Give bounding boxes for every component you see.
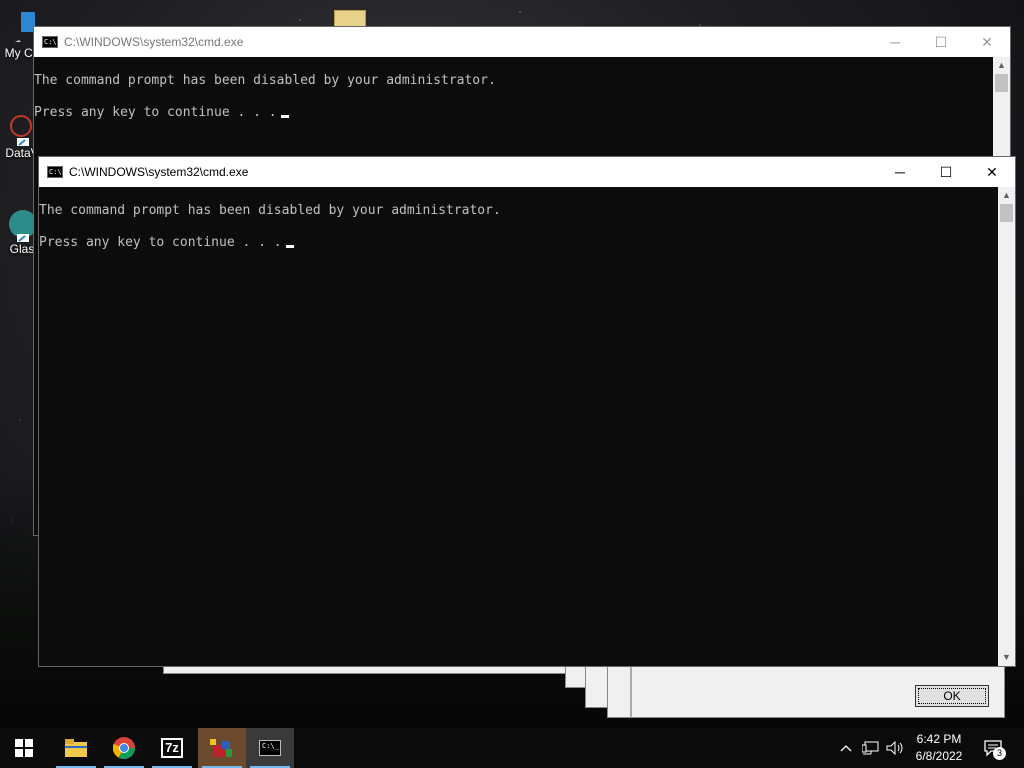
taskbar-boxes-app[interactable]: [198, 728, 246, 768]
minimize-button[interactable]: ─: [877, 157, 923, 187]
network-button[interactable]: [860, 728, 882, 768]
windows-logo-icon: [15, 739, 33, 757]
7zip-icon: 7z: [161, 738, 183, 758]
window-title: C:\WINDOWS\system32\cmd.exe: [69, 165, 249, 179]
cmd-window-front[interactable]: C:\ C:\WINDOWS\system32\cmd.exe ─ ☐ ✕ Th…: [38, 156, 1016, 667]
taskbar-file-explorer[interactable]: [52, 728, 100, 768]
console-line: Press any key to continue . . .: [39, 235, 998, 267]
scroll-down-arrow-icon[interactable]: ▼: [998, 649, 1015, 666]
scroll-thumb[interactable]: [1000, 204, 1013, 222]
console-line-text: Press any key to continue . . .: [39, 235, 282, 250]
close-button[interactable]: ✕: [964, 27, 1010, 57]
ok-button[interactable]: OK: [915, 685, 989, 707]
show-hidden-icons-button[interactable]: [836, 728, 856, 768]
text-cursor: [285, 245, 294, 248]
cmd-icon: C:\: [47, 166, 63, 178]
title-bar[interactable]: C:\ C:\WINDOWS\system32\cmd.exe ─ ☐ ✕: [34, 27, 1010, 57]
text-cursor: [280, 115, 289, 118]
maximize-button[interactable]: ☐: [918, 27, 964, 57]
action-center-button[interactable]: 3: [978, 728, 1008, 768]
volume-button[interactable]: [884, 728, 906, 768]
maximize-button[interactable]: ☐: [923, 157, 969, 187]
scroll-up-arrow-icon[interactable]: ▲: [993, 57, 1010, 74]
taskbar-cmd[interactable]: C:\_: [246, 728, 294, 768]
taskbar-chrome[interactable]: [100, 728, 148, 768]
clock-date: 6/8/2022: [915, 749, 963, 763]
minimize-button[interactable]: ─: [872, 27, 918, 57]
chevron-up-icon: [840, 745, 852, 752]
cmd-icon: C:\: [42, 36, 58, 48]
console-output[interactable]: The command prompt has been disabled by …: [39, 187, 998, 666]
taskbar: 7z C:\_ 6:42 PM 6/8/2022 3: [0, 728, 1024, 768]
console-line: Press any key to continue . . .: [34, 105, 993, 137]
volume-icon: [886, 741, 903, 755]
folder-icon: [65, 739, 87, 757]
start-button[interactable]: [0, 728, 48, 768]
system-clock[interactable]: 6:42 PM 6/8/2022: [906, 731, 972, 765]
window-title: C:\WINDOWS\system32\cmd.exe: [64, 35, 244, 49]
chrome-icon: [113, 737, 135, 759]
taskbar-7zip[interactable]: 7z: [148, 728, 196, 768]
boxes-icon: [210, 739, 232, 757]
scroll-up-arrow-icon[interactable]: ▲: [998, 187, 1015, 204]
cmd-icon: C:\_: [259, 740, 281, 756]
clock-time: 6:42 PM: [916, 732, 962, 746]
title-bar[interactable]: C:\ C:\WINDOWS\system32\cmd.exe ─ ☐ ✕: [39, 157, 1015, 187]
vertical-scrollbar[interactable]: ▲ ▼: [998, 187, 1015, 666]
scroll-thumb[interactable]: [995, 74, 1008, 92]
network-icon: [862, 741, 879, 755]
console-line-text: Press any key to continue . . .: [34, 105, 277, 120]
notification-badge: 3: [993, 747, 1006, 760]
console-line: The command prompt has been disabled by …: [34, 73, 496, 88]
console-line: The command prompt has been disabled by …: [39, 203, 501, 218]
close-button[interactable]: ✕: [969, 157, 1015, 187]
